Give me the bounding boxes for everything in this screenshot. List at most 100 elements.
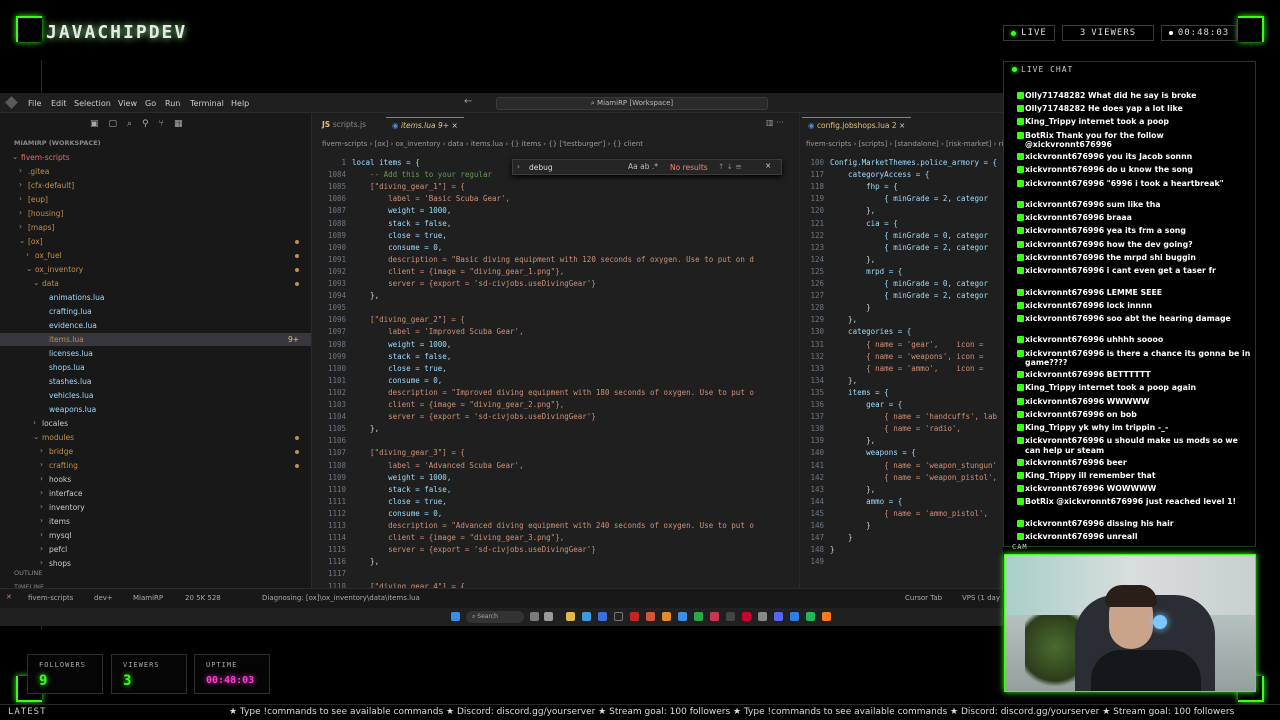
- code-line[interactable]: label = 'Basic Scuba Gear',: [352, 193, 788, 205]
- tree-item[interactable]: ⌄ modules: [0, 431, 311, 444]
- code-line[interactable]: { minGrade = 2, categor: [830, 290, 1000, 302]
- app-icon[interactable]: [646, 612, 655, 621]
- tree-item[interactable]: › [housing]: [0, 207, 311, 220]
- code-line[interactable]: ["diving_gear_2"] = {: [352, 314, 788, 326]
- tree-item[interactable]: › bridge: [0, 445, 311, 458]
- code-line[interactable]: }: [830, 302, 1000, 314]
- code-line[interactable]: stack = false,: [352, 351, 788, 363]
- tree-item[interactable]: › [cfx-default]: [0, 179, 311, 192]
- chat-username[interactable]: xickvronnt676996: [1025, 253, 1104, 262]
- tree-item[interactable]: › items: [0, 515, 311, 528]
- code-line[interactable]: fhp = {: [830, 181, 1000, 193]
- taskbar-search[interactable]: ⌕ Search: [466, 611, 524, 623]
- back-arrow-icon[interactable]: ←: [464, 96, 472, 107]
- tree-item[interactable]: › [eup]: [0, 193, 311, 206]
- app-icon[interactable]: [806, 612, 815, 621]
- app-icon[interactable]: [758, 612, 767, 621]
- close-tab-icon[interactable]: ×: [899, 121, 905, 130]
- status-workspace[interactable]: MiamiRP: [133, 594, 163, 602]
- code-line[interactable]: description = "Improved diving equipment…: [352, 387, 788, 399]
- app-icon[interactable]: [530, 612, 539, 621]
- code-line[interactable]: -- Add this to your regular: [352, 169, 788, 181]
- code-line[interactable]: label = 'Advanced Scuba Gear',: [352, 460, 788, 472]
- app-icon[interactable]: [774, 612, 783, 621]
- tree-item[interactable]: › shops: [0, 557, 311, 570]
- code-line[interactable]: { name = 'handcuffs', lab: [830, 411, 1000, 423]
- code-line[interactable]: description = "Advanced diving equipment…: [352, 520, 788, 532]
- code-line[interactable]: },: [830, 205, 1000, 217]
- outline-section[interactable]: OUTLINE: [14, 569, 42, 577]
- code-line[interactable]: },: [830, 375, 1000, 387]
- status-vps[interactable]: VPS (1 day: [962, 594, 1000, 602]
- code-line[interactable]: weapons = {: [830, 447, 1000, 459]
- tree-item[interactable]: ⌄ fivem-scripts: [0, 151, 311, 164]
- code-line[interactable]: stack = false,: [352, 484, 788, 496]
- code-line[interactable]: categories = {: [830, 326, 1000, 338]
- tree-item[interactable]: › interface: [0, 487, 311, 500]
- code-line[interactable]: cia = {: [830, 218, 1000, 230]
- code-line[interactable]: client = {image = "diving_gear_1.png"},: [352, 266, 788, 278]
- chat-username[interactable]: xickvronnt676996: [1025, 335, 1104, 344]
- tab-items-lua[interactable]: ◉ items.lua 9+ ×: [386, 117, 464, 133]
- code-line[interactable]: ["diving_gear_3"] = {: [352, 447, 788, 459]
- code-line[interactable]: { minGrade = 0, categor: [830, 278, 1000, 290]
- code-line[interactable]: { minGrade = 2, categor: [830, 242, 1000, 254]
- code-line[interactable]: client = {image = "diving_gear_2.png"},: [352, 399, 788, 411]
- chat-username[interactable]: xickvronnt676996: [1025, 266, 1104, 275]
- editor-actions[interactable]: ▥ ···: [766, 118, 784, 127]
- remote-icon[interactable]: ✕: [6, 593, 12, 601]
- chat-username[interactable]: xickvronnt676996: [1025, 436, 1104, 445]
- code-line[interactable]: close = true,: [352, 230, 788, 242]
- tree-item[interactable]: licenses.lua: [0, 347, 311, 360]
- code-line[interactable]: },: [830, 314, 1000, 326]
- app-icon[interactable]: [598, 612, 607, 621]
- code-line[interactable]: },: [352, 290, 788, 302]
- chat-username[interactable]: xickvronnt676996: [1025, 200, 1104, 209]
- code-line[interactable]: { name = 'ammo', icon =: [830, 363, 1000, 375]
- code-line[interactable]: },: [830, 254, 1000, 266]
- menu-edit[interactable]: Edit: [51, 99, 67, 108]
- chat-username[interactable]: BotRix: [1025, 131, 1054, 140]
- app-icon[interactable]: [710, 612, 719, 621]
- tree-item[interactable]: crafting.lua: [0, 305, 311, 318]
- code-line[interactable]: { name = 'gear', icon =: [830, 339, 1000, 351]
- code-line[interactable]: ammo = {: [830, 496, 1000, 508]
- chat-username[interactable]: xickvronnt676996: [1025, 213, 1104, 222]
- status-branch[interactable]: dev+: [94, 594, 113, 602]
- chat-username[interactable]: xickvronnt676996: [1025, 532, 1104, 541]
- chat-username[interactable]: xickvronnt676996: [1025, 152, 1104, 161]
- app-icon[interactable]: [544, 612, 553, 621]
- tree-item[interactable]: › pefcl: [0, 543, 311, 556]
- chat-username[interactable]: King_Trippy: [1025, 117, 1076, 126]
- code-line[interactable]: mrpd = {: [830, 266, 1000, 278]
- code-line[interactable]: consume = 0,: [352, 375, 788, 387]
- chat-username[interactable]: Olly71748282: [1025, 104, 1085, 113]
- breadcrumb[interactable]: fivem-scripts › [ox] › ox_inventory › da…: [322, 140, 643, 148]
- chat-username[interactable]: King_Trippy: [1025, 383, 1076, 392]
- menu-go[interactable]: Go: [145, 99, 156, 108]
- code-line[interactable]: local items = {: [352, 157, 788, 169]
- code-line[interactable]: { name = 'ammo_pistol',: [830, 508, 1000, 520]
- chat-username[interactable]: xickvronnt676996: [1025, 370, 1104, 379]
- code-line[interactable]: },: [352, 556, 788, 568]
- tree-item[interactable]: ⌄ ox_inventory: [0, 263, 311, 276]
- tree-item[interactable]: › inventory: [0, 501, 311, 514]
- tree-item[interactable]: › .gitea: [0, 165, 311, 178]
- tree-item[interactable]: › hooks: [0, 473, 311, 486]
- menu-run[interactable]: Run: [165, 99, 180, 108]
- code-line[interactable]: },: [830, 484, 1000, 496]
- app-icon[interactable]: [678, 612, 687, 621]
- chat-username[interactable]: xickvronnt676996: [1025, 397, 1104, 406]
- chat-username[interactable]: xickvronnt676996: [1025, 179, 1104, 188]
- code-line[interactable]: items = {: [830, 387, 1000, 399]
- tree-item[interactable]: › mysql: [0, 529, 311, 542]
- tree-item[interactable]: vehicles.lua: [0, 389, 311, 402]
- tab-config-jobshops[interactable]: ◉ config.jobshops.lua 2 ×: [802, 117, 912, 133]
- tree-item[interactable]: evidence.lua: [0, 319, 311, 332]
- code-line[interactable]: weight = 1000,: [352, 205, 788, 217]
- chat-username[interactable]: xickvronnt676996: [1025, 226, 1104, 235]
- code-line[interactable]: ["diving_gear_1"] = {: [352, 181, 788, 193]
- code-line[interactable]: { name = 'weapon_pistol',: [830, 472, 1000, 484]
- status-folder[interactable]: fivem-scripts: [28, 594, 73, 602]
- code-line[interactable]: },: [352, 423, 788, 435]
